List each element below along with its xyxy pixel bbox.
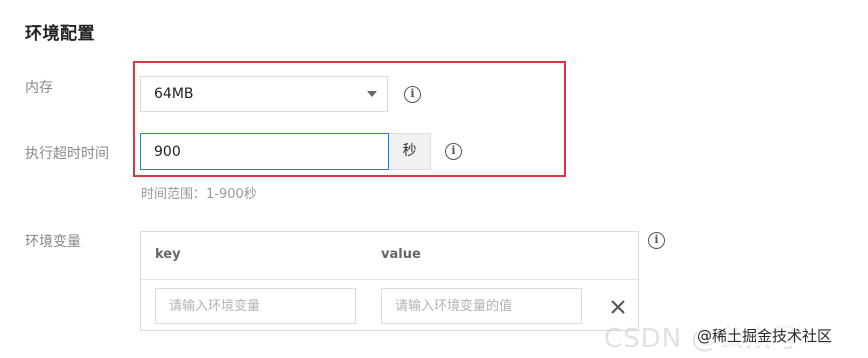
timeout-input[interactable] xyxy=(140,133,389,170)
env-label: 环境变量 xyxy=(25,234,81,250)
timeout-unit: 秒 xyxy=(389,133,431,170)
timeout-info-icon[interactable]: i xyxy=(445,143,462,160)
timeout-label: 执行超时时间 xyxy=(25,146,109,162)
env-key-input[interactable] xyxy=(155,288,356,324)
memory-select[interactable]: 64MB xyxy=(140,76,388,112)
timeout-hint: 时间范围：1-900秒 xyxy=(141,187,257,202)
credit-text: @稀土掘金技术社区 xyxy=(697,325,833,346)
env-table: key value xyxy=(140,231,639,331)
memory-info-icon[interactable]: i xyxy=(404,86,421,103)
close-icon[interactable] xyxy=(609,298,627,316)
memory-select-value: 64MB xyxy=(154,86,194,102)
chevron-down-icon xyxy=(367,91,377,97)
memory-label: 内存 xyxy=(25,80,53,96)
env-table-header: key value xyxy=(141,232,638,280)
env-value-header: value xyxy=(381,247,421,262)
section-title: 环境配置 xyxy=(25,24,95,44)
env-key-header: key xyxy=(155,247,181,262)
environment-config-panel: 环境配置 内存 64MB i 执行超时时间 秒 i 时间范围：1-900秒 环境… xyxy=(0,0,868,358)
env-value-input[interactable] xyxy=(381,288,582,324)
env-info-icon[interactable]: i xyxy=(648,232,665,249)
